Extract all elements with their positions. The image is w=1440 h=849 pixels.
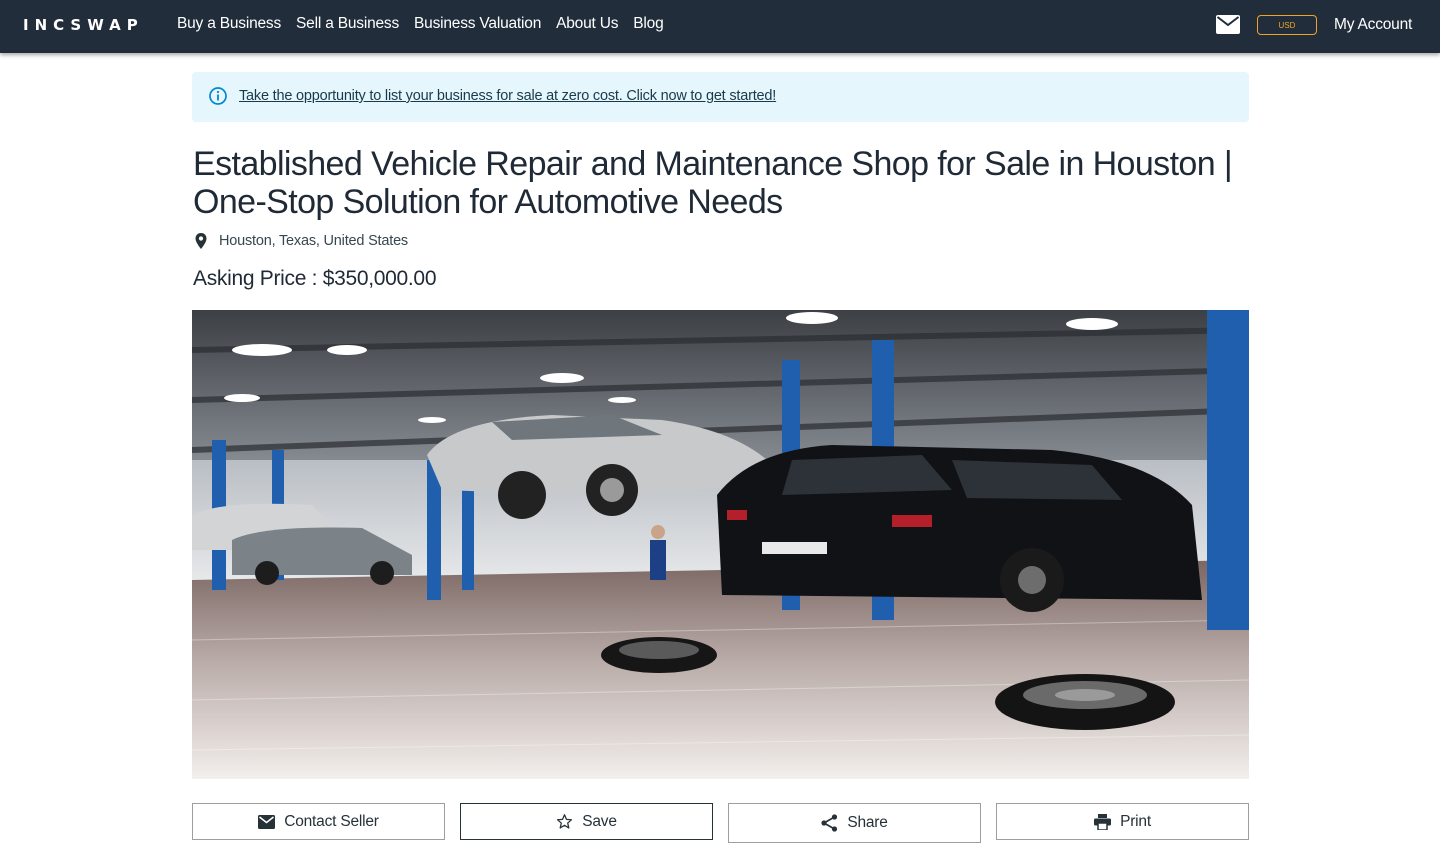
mail-icon[interactable] bbox=[1216, 15, 1240, 34]
promo-alert: Take the opportunity to list your busine… bbox=[192, 72, 1249, 122]
nav-blog[interactable]: Blog bbox=[633, 15, 663, 33]
listing-location: Houston, Texas, United States bbox=[193, 232, 408, 250]
asking-price: Asking Price : $350,000.00 bbox=[193, 267, 437, 290]
printer-icon bbox=[1094, 813, 1112, 830]
main-nav: Buy a Business Sell a Business Business … bbox=[177, 15, 679, 33]
listing-title: Established Vehicle Repair and Maintenan… bbox=[193, 145, 1233, 221]
mail-icon bbox=[258, 814, 276, 829]
nav-buy-business[interactable]: Buy a Business bbox=[177, 15, 281, 33]
site-logo[interactable]: INCSWAP bbox=[23, 16, 144, 34]
promo-link[interactable]: Take the opportunity to list your busine… bbox=[239, 88, 776, 104]
location-pin-icon bbox=[193, 232, 209, 250]
nav-about-us[interactable]: About Us bbox=[556, 15, 618, 33]
save-button[interactable]: Save bbox=[460, 803, 713, 840]
star-outline-icon bbox=[557, 814, 573, 829]
top-navbar: INCSWAP Buy a Business Sell a Business B… bbox=[0, 0, 1440, 53]
share-icon bbox=[821, 814, 838, 832]
nav-business-valuation[interactable]: Business Valuation bbox=[414, 15, 541, 33]
print-label: Print bbox=[1120, 812, 1151, 830]
nav-sell-business[interactable]: Sell a Business bbox=[296, 15, 399, 33]
contact-seller-button[interactable]: Contact Seller bbox=[192, 803, 445, 840]
info-icon bbox=[208, 86, 228, 106]
currency-selector[interactable]: USD bbox=[1257, 15, 1317, 35]
location-text: Houston, Texas, United States bbox=[219, 233, 408, 249]
listing-photo bbox=[192, 310, 1249, 779]
share-button[interactable]: Share bbox=[728, 803, 981, 843]
my-account-link[interactable]: My Account bbox=[1334, 16, 1412, 34]
print-button[interactable]: Print bbox=[996, 803, 1249, 840]
share-label: Share bbox=[847, 814, 888, 831]
contact-seller-label: Contact Seller bbox=[284, 812, 379, 830]
save-label: Save bbox=[582, 812, 617, 830]
